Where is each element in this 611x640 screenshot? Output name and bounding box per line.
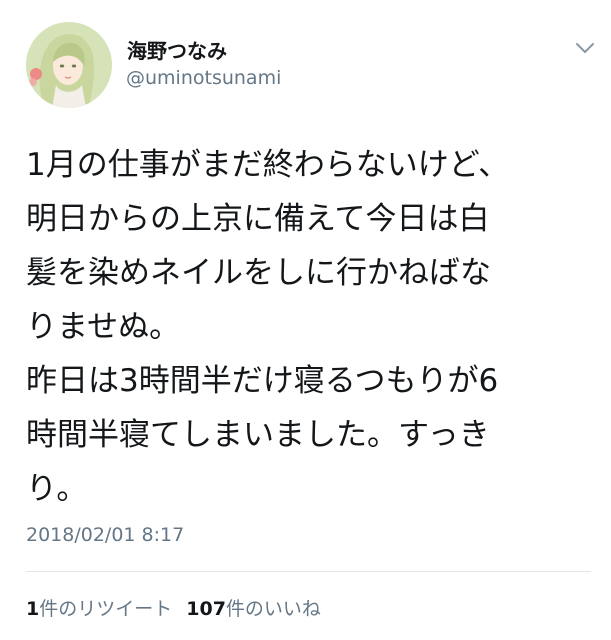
retweet-stat[interactable]: 1件のリツイート [26, 598, 172, 620]
divider [26, 571, 591, 572]
retweet-label: 件のリツイート [39, 598, 173, 620]
like-stat[interactable]: 107件のいいね [186, 598, 321, 620]
tweet-timestamp[interactable]: 2018/02/01 8:17 [26, 524, 184, 546]
avatar[interactable] [26, 22, 112, 108]
display-name[interactable]: 海野つなみ [127, 35, 227, 64]
tweet-stats: 1件のリツイート 107件のいいね [26, 594, 321, 621]
user-handle[interactable]: @uminotsunami [126, 67, 281, 89]
like-count: 107 [186, 598, 226, 620]
chevron-down-icon[interactable] [575, 40, 595, 54]
like-label: 件のいいね [225, 598, 321, 620]
retweet-count: 1 [26, 598, 40, 620]
tweet-text: 1月の仕事がまだ終わらないけど、 明日からの上京に備えて今日は白 髪を染めネイル… [26, 147, 510, 507]
